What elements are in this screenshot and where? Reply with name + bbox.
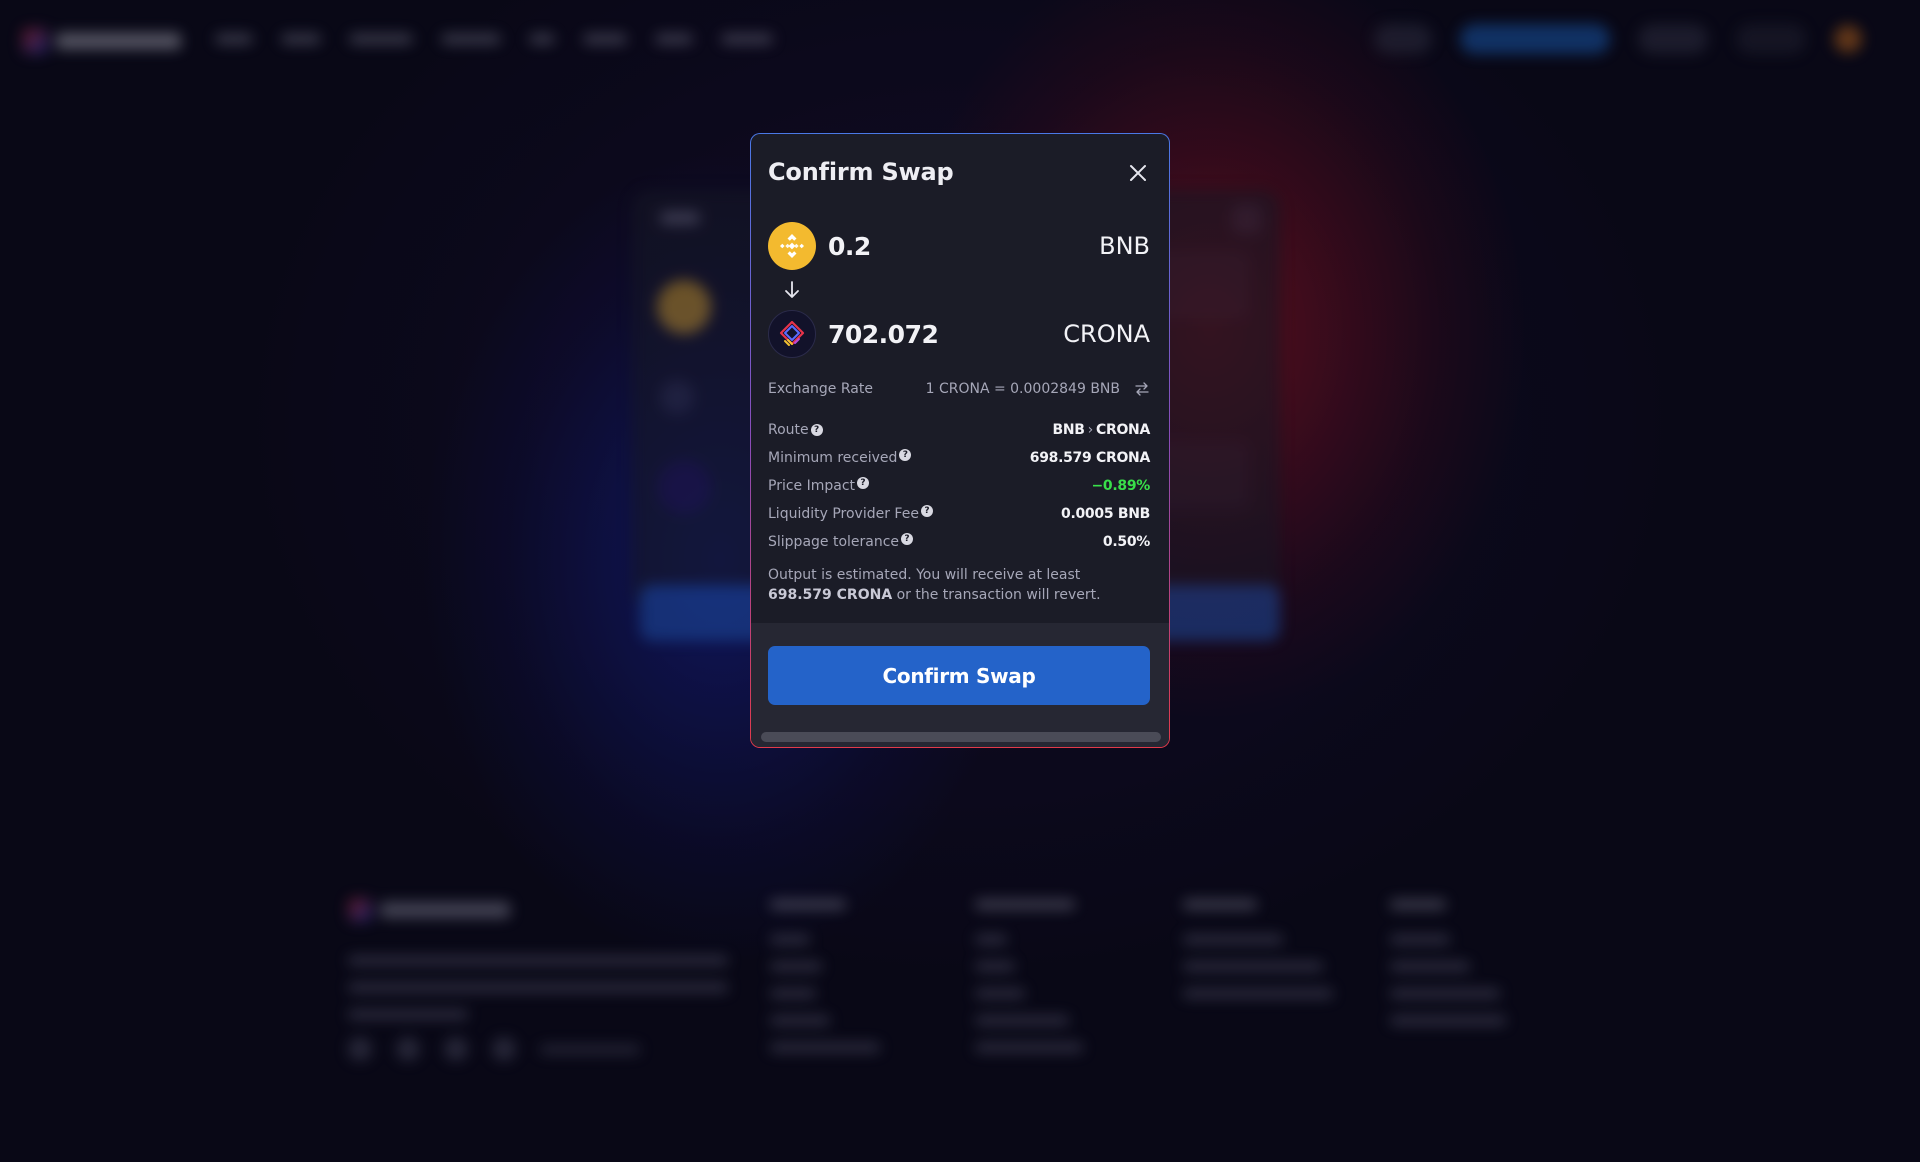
route-row: Route ? BNB › CRONA xyxy=(768,416,1150,444)
swap-details: Route ? BNB › CRONA Minimum received ? 698… xyxy=(768,416,1150,556)
minimum-received-row: Minimum received ? 698.579 CRONA xyxy=(768,444,1150,472)
route-from-token: BNB xyxy=(1052,422,1085,438)
price-impact-label-text: Price Impact xyxy=(768,478,856,494)
from-token-row: 0.2 BNB xyxy=(768,222,1150,270)
route-label: Route ? xyxy=(768,422,823,438)
slippage-value: 0.50% xyxy=(1102,534,1150,550)
swap-arrows-icon[interactable] xyxy=(1134,381,1150,397)
price-impact-label: Price Impact ? xyxy=(768,477,870,494)
help-icon[interactable]: ? xyxy=(857,477,870,489)
confirm-swap-button[interactable]: Confirm Swap xyxy=(768,646,1150,705)
slippage-label: Slippage tolerance ? xyxy=(768,533,914,550)
route-label-text: Route xyxy=(768,422,809,438)
slippage-row: Slippage tolerance ? 0.50% xyxy=(768,528,1150,556)
note-suffix: or the transaction will revert. xyxy=(892,587,1101,603)
exchange-rate-value: 1 CRONA = 0.0002849 BNB xyxy=(925,381,1120,397)
help-icon[interactable]: ? xyxy=(901,533,914,545)
route-chevron-icon: › xyxy=(1087,422,1094,438)
to-token-amount: 702.072 xyxy=(828,319,939,349)
from-token-symbol: BNB xyxy=(1099,232,1150,260)
crona-token-icon xyxy=(768,310,816,358)
arrow-down-icon xyxy=(785,281,799,298)
note-prefix: Output is estimated. You will receive at… xyxy=(768,567,1081,583)
horizontal-scrollbar[interactable] xyxy=(761,732,1161,742)
lp-fee-value: 0.0005 BNB xyxy=(1061,506,1150,522)
lp-fee-label: Liquidity Provider Fee ? xyxy=(768,505,933,522)
confirm-swap-modal: Confirm Swap 0.2 BNB 702.072 CRONA Excha… xyxy=(750,133,1170,748)
price-impact-row: Price Impact ? −0.89% xyxy=(768,472,1150,500)
note-amount: 698.579 CRONA xyxy=(768,587,893,603)
help-icon[interactable]: ? xyxy=(899,449,912,461)
estimate-note: Output is estimated. You will receive at… xyxy=(768,565,1133,605)
to-token-symbol: CRONA xyxy=(1063,320,1150,348)
lp-fee-row: Liquidity Provider Fee ? 0.0005 BNB xyxy=(768,500,1150,528)
exchange-rate-label: Exchange Rate xyxy=(768,381,873,397)
slippage-label-text: Slippage tolerance xyxy=(768,534,900,550)
close-button[interactable] xyxy=(1127,162,1149,184)
minimum-received-value: 698.579 CRONA xyxy=(1029,450,1151,466)
from-token-amount: 0.2 xyxy=(828,231,871,261)
minimum-received-label-text: Minimum received xyxy=(768,450,898,466)
minimum-received-label: Minimum received ? xyxy=(768,449,912,466)
modal-title: Confirm Swap xyxy=(768,158,954,186)
to-token-row: 702.072 CRONA xyxy=(768,310,1150,358)
route-value: BNB › CRONA xyxy=(1053,422,1151,438)
route-to-token: CRONA xyxy=(1095,422,1150,438)
close-icon[interactable] xyxy=(1127,162,1149,184)
exchange-rate-row: Exchange Rate 1 CRONA = 0.0002849 BNB xyxy=(768,378,1150,400)
price-impact-value: −0.89% xyxy=(1091,478,1151,494)
help-icon[interactable]: ? xyxy=(810,424,823,436)
modal-body: Confirm Swap 0.2 BNB 702.072 CRONA Excha… xyxy=(751,134,1169,747)
bnb-token-icon xyxy=(768,222,816,270)
lp-fee-label-text: Liquidity Provider Fee xyxy=(768,506,919,522)
help-icon[interactable]: ? xyxy=(920,505,933,517)
